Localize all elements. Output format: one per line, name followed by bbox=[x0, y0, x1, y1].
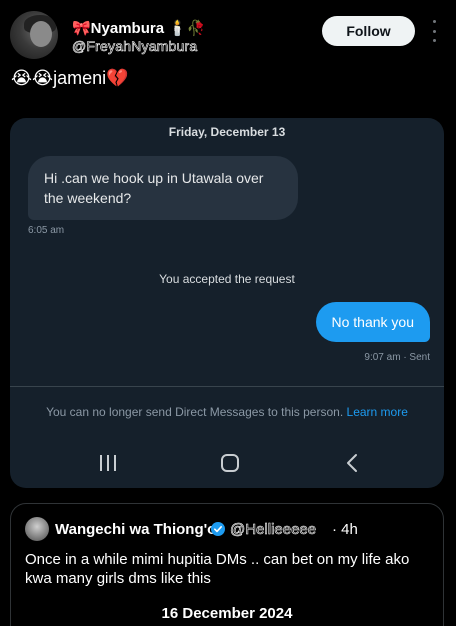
system-message: You accepted the request bbox=[159, 272, 295, 286]
dm-notice-text: You can no longer send Direct Messages t… bbox=[46, 405, 344, 419]
quoted-post-text: Once in a while mimi hupitia DMs .. can … bbox=[25, 551, 410, 587]
quoted-post[interactable]: Wangechi wa Thiong'o @Hellieeeee · 4h On… bbox=[10, 503, 444, 626]
author-avatar[interactable] bbox=[10, 11, 58, 59]
incoming-message: Hi .can we hook up in Utawala over the w… bbox=[28, 156, 298, 220]
learn-more-link[interactable]: Learn more bbox=[347, 405, 408, 419]
quoted-post-time: · 4h bbox=[332, 521, 358, 538]
divider bbox=[10, 386, 444, 387]
post-caption: 😭😭jameni💔 bbox=[11, 68, 129, 88]
outgoing-time: 9:07 am · Sent bbox=[364, 352, 430, 363]
verified-badge-icon bbox=[211, 522, 225, 536]
android-navbar bbox=[10, 448, 444, 478]
author-name[interactable]: 🎀Nyambura 🕯️🥀 bbox=[72, 19, 206, 37]
back-icon bbox=[347, 454, 357, 472]
more-vertical-icon[interactable] bbox=[428, 20, 440, 42]
author-handle[interactable]: @FreyahNyambura bbox=[72, 38, 198, 55]
follow-button[interactable]: Follow bbox=[322, 16, 415, 46]
quoted-author-name: Wangechi wa Thiong'o bbox=[55, 521, 217, 538]
dm-screenshot[interactable]: Friday, December 13 Hi .can we hook up i… bbox=[10, 118, 444, 488]
quoted-author-avatar bbox=[25, 517, 49, 541]
dm-notice: You can no longer send Direct Messages t… bbox=[10, 405, 444, 419]
quoted-author-handle: @Hellieeeee bbox=[230, 521, 317, 539]
incoming-time: 6:05 am bbox=[28, 225, 65, 236]
quoted-post-date: 16 December 2024 bbox=[161, 605, 293, 622]
dm-date: Friday, December 13 bbox=[168, 125, 286, 139]
post-header: 🎀Nyambura 🕯️🥀 @FreyahNyambura Follow bbox=[0, 0, 456, 64]
home-icon bbox=[221, 454, 239, 472]
recents-icon bbox=[100, 455, 116, 471]
outgoing-message: No thank you bbox=[315, 302, 430, 342]
